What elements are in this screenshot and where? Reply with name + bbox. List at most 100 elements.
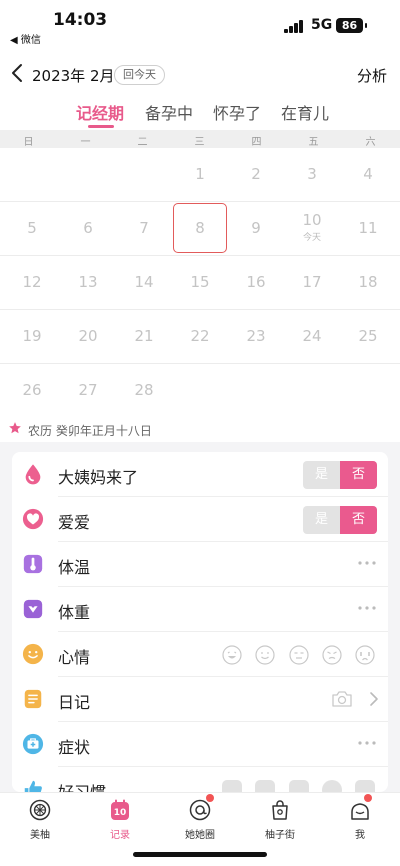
- calendar-day[interactable]: 17: [284, 256, 340, 310]
- chevron-right-icon[interactable]: [369, 691, 379, 707]
- battery-icon: 86: [336, 18, 367, 33]
- tab-label: 她她圈: [185, 830, 215, 841]
- calendar-day[interactable]: 18: [340, 256, 396, 310]
- tabbar-street[interactable]: 柚子街: [240, 793, 320, 843]
- calendar-day[interactable]: 15: [172, 256, 228, 310]
- lunar-text: 农历 癸卯年正月十八日: [28, 424, 152, 438]
- tabbar-me[interactable]: 我: [320, 793, 400, 843]
- scale-icon: [23, 599, 43, 619]
- record-label: 大姨妈来了: [58, 468, 139, 487]
- chevron-left-icon[interactable]: [8, 61, 28, 85]
- tab-label: 记录: [110, 830, 130, 841]
- mood-annoyed-icon[interactable]: [322, 645, 342, 665]
- record-label: 体重: [58, 603, 91, 622]
- toggle-yes[interactable]: 是: [303, 461, 340, 489]
- record-label: 心情: [58, 648, 91, 667]
- calendar-day[interactable]: 7: [116, 202, 172, 256]
- mood-laugh-icon[interactable]: [222, 645, 242, 665]
- calendar-day[interactable]: 3: [284, 148, 340, 202]
- calendar-day[interactable]: 4: [340, 148, 396, 202]
- calendar-day[interactable]: 5: [4, 202, 60, 256]
- record-row-symptoms[interactable]: 症状: [12, 722, 388, 767]
- weekday-label: 三: [194, 137, 205, 148]
- calendar-day[interactable]: 1: [172, 148, 228, 202]
- mood-happy-icon[interactable]: [255, 645, 275, 665]
- weekday-label: 日: [23, 137, 34, 148]
- tab-period[interactable]: 记经期: [76, 100, 124, 124]
- calendar-day[interactable]: 16: [228, 256, 284, 310]
- calendar-day[interactable]: 23: [228, 310, 284, 364]
- medkit-icon: [22, 733, 44, 755]
- calendar-day[interactable]: 27: [60, 364, 116, 418]
- more-icon[interactable]: [357, 740, 377, 746]
- record-row-diary[interactable]: 日记: [12, 677, 388, 722]
- record-label: 体温: [58, 558, 91, 577]
- record-row-weight[interactable]: 体重: [12, 587, 388, 632]
- more-icon[interactable]: [357, 605, 377, 611]
- calendar-day[interactable]: 28: [116, 364, 172, 418]
- calendar-day[interactable]: 19: [4, 310, 60, 364]
- heart-icon: [22, 508, 44, 530]
- record-row-temperature[interactable]: 体温: [12, 542, 388, 587]
- weekday-label: 五: [308, 137, 319, 148]
- calendar-day[interactable]: 26: [4, 364, 60, 418]
- calendar-day-today[interactable]: 10 今天: [284, 202, 340, 256]
- thumb-icon: [24, 780, 42, 792]
- meiyou-icon: [29, 799, 51, 821]
- calendar-day[interactable]: 20: [60, 310, 116, 364]
- mood-cry-icon[interactable]: [355, 645, 375, 665]
- calendar-day-selected[interactable]: 8: [173, 203, 227, 253]
- calendar-day[interactable]: 13: [60, 256, 116, 310]
- camera-icon[interactable]: [331, 690, 353, 708]
- tab-preparing[interactable]: 备孕中: [145, 100, 193, 124]
- shopping-bag-icon: [272, 800, 288, 820]
- month-title[interactable]: 2023年 2月: [32, 65, 115, 86]
- record-row-love: 爱爱 是 否: [12, 497, 388, 542]
- calendar-day[interactable]: 25: [340, 310, 396, 364]
- more-icon[interactable]: [357, 560, 377, 566]
- weekday-label: 一: [80, 137, 91, 148]
- habit-icon[interactable]: [322, 780, 342, 792]
- record-row-habits[interactable]: 好习惯: [12, 767, 388, 792]
- calendar-day[interactable]: 14: [116, 256, 172, 310]
- tab-parenting[interactable]: 在育儿: [281, 100, 329, 124]
- home-indicator: [133, 852, 267, 857]
- calendar-day[interactable]: 12: [4, 256, 60, 310]
- weekday-label: 四: [251, 137, 262, 148]
- tab-pregnant[interactable]: 怀孕了: [213, 100, 261, 124]
- calendar-day[interactable]: 21: [116, 310, 172, 364]
- weekday-label: 六: [365, 137, 376, 148]
- back-to-today-button[interactable]: 回今天: [114, 65, 165, 85]
- record-label: 好习惯: [58, 779, 106, 792]
- habit-icon[interactable]: [222, 780, 242, 792]
- calendar-day[interactable]: 2: [228, 148, 284, 202]
- calendar-day[interactable]: 9: [228, 202, 284, 256]
- calendar-grid: 1 2 3 4 5 6 7 8 9 10 今天 11 12 13 14 15 16…: [0, 148, 400, 418]
- toggle-yes[interactable]: 是: [303, 506, 340, 534]
- tabbar-record[interactable]: 10 记录: [80, 793, 160, 843]
- habit-icon[interactable]: [355, 780, 375, 792]
- toggle-no[interactable]: 否: [340, 506, 377, 534]
- smile-icon: [22, 643, 44, 665]
- tabbar-meiyou[interactable]: 美柚: [0, 793, 80, 843]
- period-toggle[interactable]: 是 否: [303, 461, 377, 489]
- status-bar: 14:03 ◀ 微信 5G 86: [0, 0, 400, 50]
- love-toggle[interactable]: 是 否: [303, 506, 377, 534]
- calendar-day[interactable]: 6: [60, 202, 116, 256]
- calendar-day[interactable]: 11: [340, 202, 396, 256]
- habit-icon[interactable]: [255, 780, 275, 792]
- analysis-button[interactable]: 分析: [357, 65, 387, 86]
- mood-neutral-icon[interactable]: [289, 645, 309, 665]
- calendar-day[interactable]: 22: [172, 310, 228, 364]
- tabbar-circle[interactable]: 她她圈: [160, 793, 240, 843]
- weekday-label: 二: [137, 137, 148, 148]
- calendar-day[interactable]: 24: [284, 310, 340, 364]
- habit-icon[interactable]: [289, 780, 309, 792]
- back-to-wechat[interactable]: ◀ 微信: [10, 31, 41, 46]
- network-type: 5G: [311, 17, 333, 33]
- star-icon: [9, 422, 21, 434]
- today-label: 今天: [302, 233, 321, 243]
- toggle-no[interactable]: 否: [340, 461, 377, 489]
- circle-at-icon: [189, 799, 211, 821]
- status-time: 14:03: [53, 10, 108, 30]
